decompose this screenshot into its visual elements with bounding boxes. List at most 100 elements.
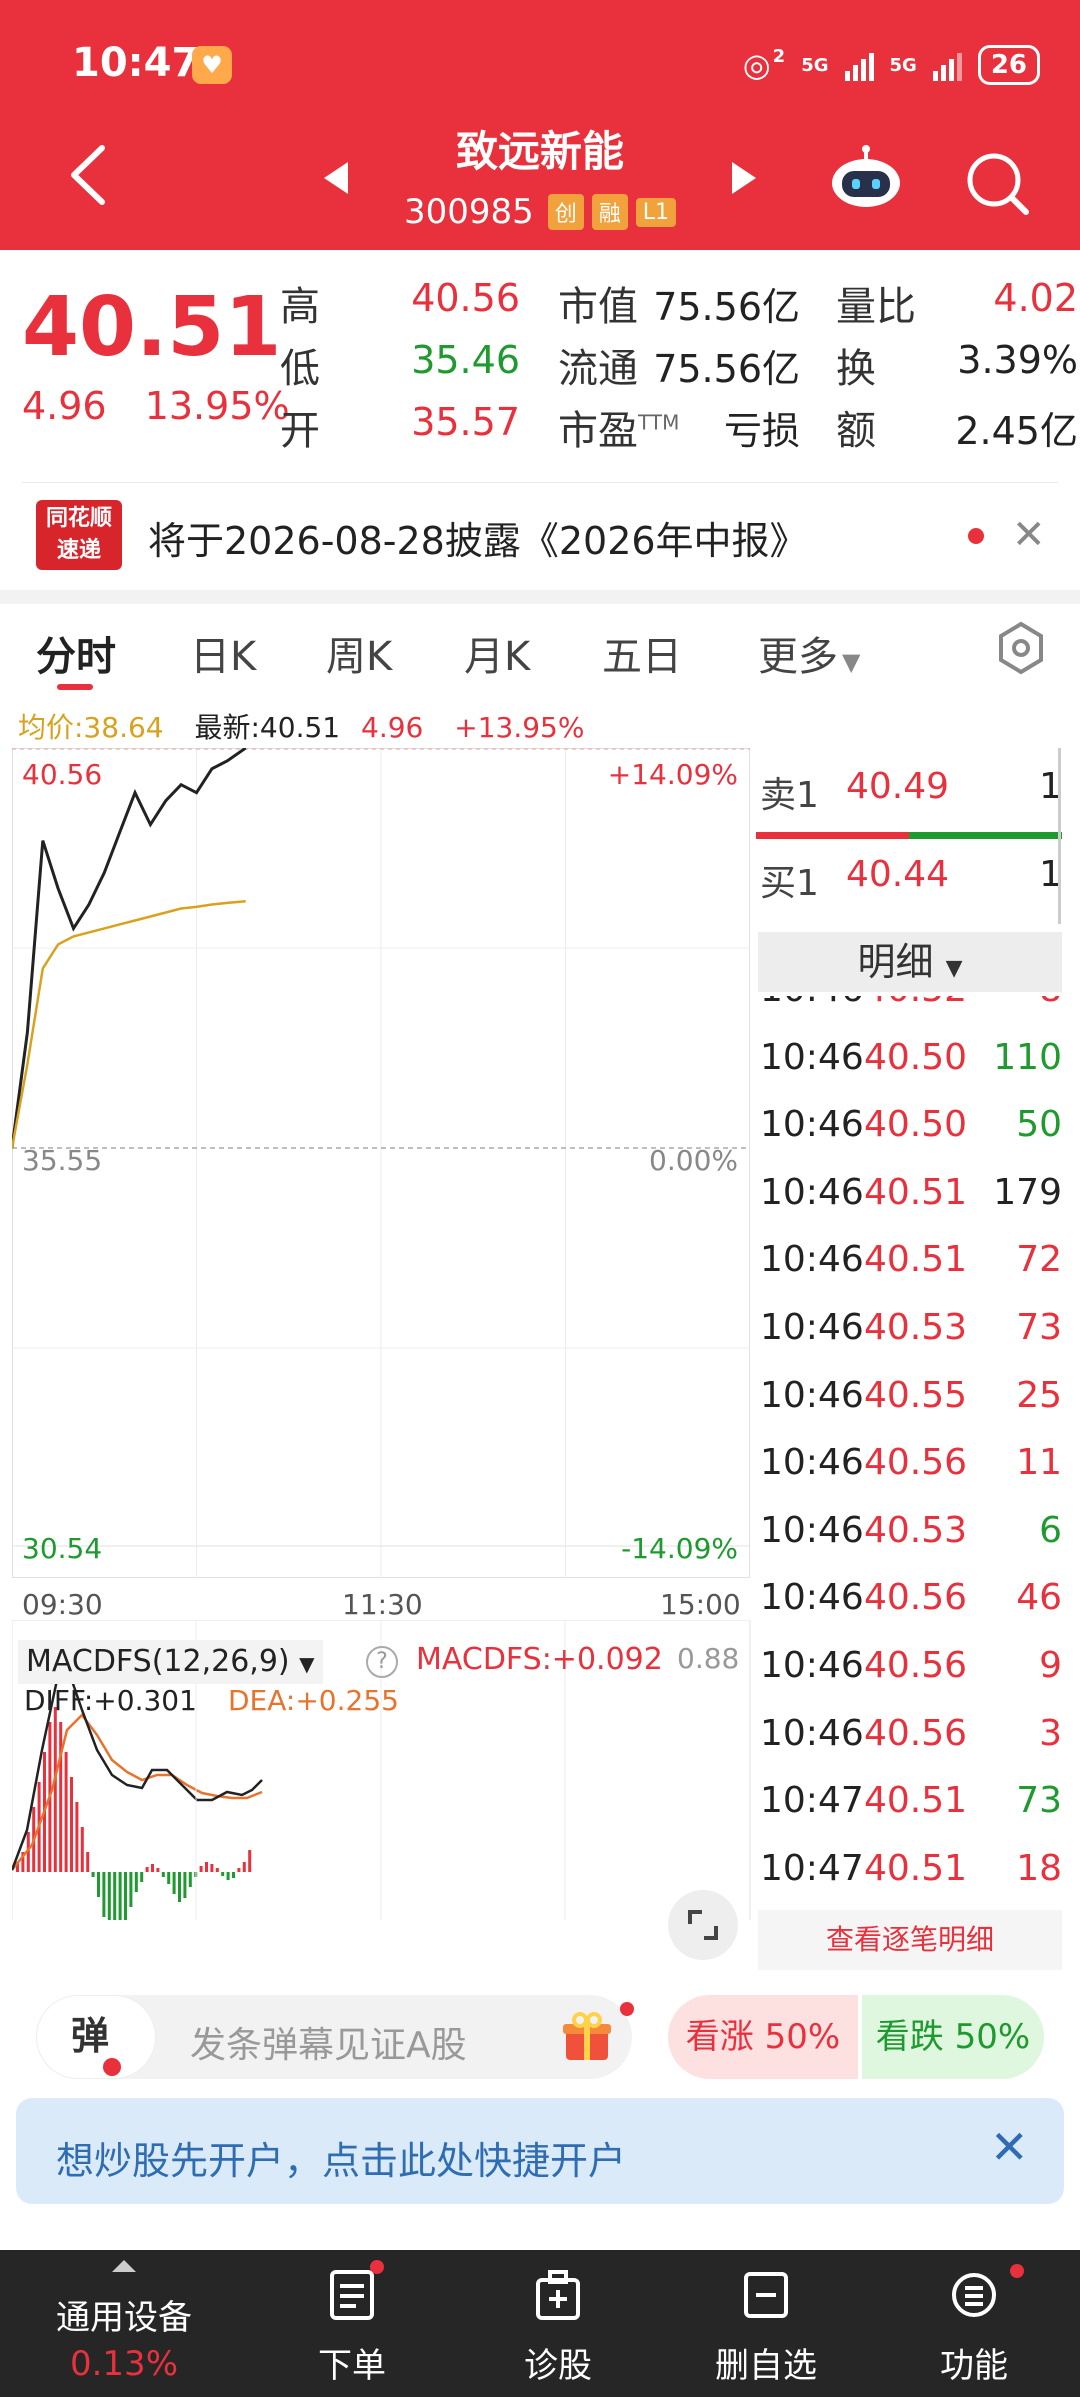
buy-1-row[interactable]: 买1 40.44 1 <box>752 836 1062 916</box>
order-book-divider <box>1058 748 1061 924</box>
tick-volume: 110 <box>993 1036 1062 1078</box>
intraday-chart[interactable] <box>12 748 750 1578</box>
tonghuashun-express-logo: 同花顺 速递 <box>36 500 122 570</box>
gift-icon[interactable] <box>560 2010 614 2064</box>
diff-value: DIFF:+0.301 <box>24 1684 197 1717</box>
tick-time: 10:46 <box>760 1577 864 1619</box>
tick-time: 10:46 <box>760 1306 864 1348</box>
amount-value: 2.45亿 <box>955 409 1078 453</box>
search-icon[interactable] <box>962 148 1032 218</box>
help-icon[interactable]: ? <box>366 1646 398 1678</box>
macd-bar <box>156 1868 160 1872</box>
stock-name: 致远新能 <box>455 127 624 176</box>
tab-weekly-k[interactable]: 周K <box>326 624 392 682</box>
tab-more[interactable]: 更多 ▼ <box>758 624 860 682</box>
tick-row: 10:46 40.56 11 <box>752 1429 1062 1497</box>
dropdown-arrow-icon: ▼ <box>299 1652 315 1676</box>
tick-price: 40.52 <box>864 996 967 1024</box>
nav-remove-watchlist-label: 删自选 <box>715 2346 817 2386</box>
tick-price: 40.56 <box>864 1644 968 1686</box>
section-separator <box>0 590 1080 604</box>
volume-ratio-value: 4.02 <box>993 276 1078 320</box>
bottom-nav: 通用设备 0.13% 下单 诊股 删自选 功能 <box>0 2250 1080 2397</box>
tab-five-day[interactable]: 五日 <box>602 624 682 682</box>
danmaku-icon[interactable]: 弹 <box>36 1995 156 2079</box>
macd-bar <box>75 1802 79 1872</box>
macd-bar <box>188 1872 192 1887</box>
tick-volume: 6 <box>1039 1509 1062 1551</box>
vote-bearish-button[interactable]: 看跌 50% <box>862 1995 1044 2079</box>
price-change-pct: 13.95% <box>144 384 290 428</box>
tick-volume: 9 <box>1039 1644 1062 1686</box>
tag-rong: 融 <box>591 194 628 230</box>
tick-volume: 50 <box>1016 1104 1062 1146</box>
close-icon[interactable]: ✕ <box>1012 512 1046 558</box>
sell-1-row[interactable]: 卖1 40.49 1 <box>752 748 1062 828</box>
tick-row: 10:46 40.53 73 <box>752 1294 1062 1362</box>
tick-list[interactable]: 10:4640.52810:4640.5011010:4640.505010:4… <box>752 996 1062 1896</box>
tab-intraday[interactable]: 分时 <box>36 624 116 682</box>
tick-time: 10:47 <box>760 1847 864 1889</box>
macd-bar <box>97 1872 100 1897</box>
tick-row: 10:46 40.55 25 <box>752 1362 1062 1430</box>
macd-bar <box>242 1862 246 1872</box>
battery-indicator: 26 <box>977 45 1040 85</box>
float-cap-label: 流通 <box>558 346 638 392</box>
settings-hexagon-icon[interactable] <box>996 620 1046 676</box>
nav-order[interactable]: 下单 <box>252 2250 452 2397</box>
macd-bar <box>113 1872 117 1920</box>
axis-mid-price: 35.55 <box>22 1144 103 1177</box>
macd-axis-top: 0.88 <box>677 1642 740 1675</box>
nav-industry-label: 通用设备 <box>56 2298 192 2338</box>
tick-row: 10:46 40.51 179 <box>752 1159 1062 1227</box>
tick-price: 40.56 <box>864 1712 968 1754</box>
network-label-2: 5G <box>889 54 917 76</box>
nav-functions[interactable]: 功能 <box>874 2250 1074 2397</box>
tick-row: 10:47 40.51 18 <box>752 1835 1062 1896</box>
fullscreen-icon[interactable] <box>668 1890 738 1960</box>
detail-dropdown[interactable]: 明细 ▼ <box>758 932 1062 992</box>
open-account-text[interactable]: 想炒股先开户，点击此处快捷开户 <box>56 2130 626 2185</box>
danmaku-input[interactable]: 发条弹幕见证A股 <box>190 2016 467 2068</box>
turnover-value: 3.39% <box>957 338 1078 382</box>
tick-price: 40.50 <box>864 1104 968 1146</box>
axis-bottom-price: 30.54 <box>22 1532 103 1565</box>
tick-price: 40.53 <box>864 1306 968 1348</box>
macd-bar <box>124 1872 127 1920</box>
macd-bar <box>86 1852 90 1872</box>
tab-monthly-k[interactable]: 月K <box>464 624 530 682</box>
order-notification-dot <box>370 2260 384 2274</box>
tick-time: 10:46 <box>760 996 864 1024</box>
float-cap-value: 75.56亿 <box>653 347 800 391</box>
nav-industry[interactable]: 通用设备 0.13% <box>24 2250 224 2397</box>
quote-panel: 40.51 4.96 13.95% 高 40.56 低 35.46 开 35.5… <box>0 250 1080 470</box>
close-icon[interactable]: ✕ <box>990 2120 1029 2174</box>
bid-ask-ratio-bar <box>756 832 1062 839</box>
pe-value: 亏损 <box>723 409 800 453</box>
vote-bullish-button[interactable]: 看涨 50% <box>668 1995 858 2079</box>
buy-1-label: 买1 <box>760 863 819 904</box>
tab-daily-k[interactable]: 日K <box>190 624 256 682</box>
nav-remove-watchlist[interactable]: 删自选 <box>666 2250 866 2397</box>
tick-price: 40.56 <box>864 1442 968 1484</box>
nav-industry-change: 0.13% <box>69 2344 178 2384</box>
tick-price: 40.55 <box>864 1374 968 1416</box>
nav-diagnose[interactable]: 诊股 <box>458 2250 658 2397</box>
legend-change: 4.96 <box>361 711 424 744</box>
network-label-1: 5G <box>801 54 829 76</box>
tick-price: 40.51 <box>864 1171 968 1213</box>
next-stock-arrow-icon[interactable] <box>732 162 756 194</box>
macd-bar <box>210 1864 214 1872</box>
robot-assistant-icon[interactable] <box>828 145 904 211</box>
buy-1-price: 40.44 <box>846 854 950 895</box>
tick-time: 10:46 <box>760 1442 864 1484</box>
low-label: 低 <box>280 346 320 392</box>
tick-time: 10:46 <box>760 1374 864 1416</box>
dropdown-arrow-icon: ▼ <box>842 648 861 676</box>
axis-bottom-pct: -14.09% <box>621 1532 738 1565</box>
view-tick-detail-link[interactable]: 查看逐笔明细 <box>758 1910 1062 1970</box>
macd-bar <box>145 1867 149 1872</box>
notice-banner[interactable]: 同花顺 速递 将于2026-08-28披露《2026年中报》 <box>0 480 1080 590</box>
indicator-selector[interactable]: MACDFS(12,26,9) ▼ <box>18 1640 323 1684</box>
macd-bar <box>151 1864 154 1872</box>
